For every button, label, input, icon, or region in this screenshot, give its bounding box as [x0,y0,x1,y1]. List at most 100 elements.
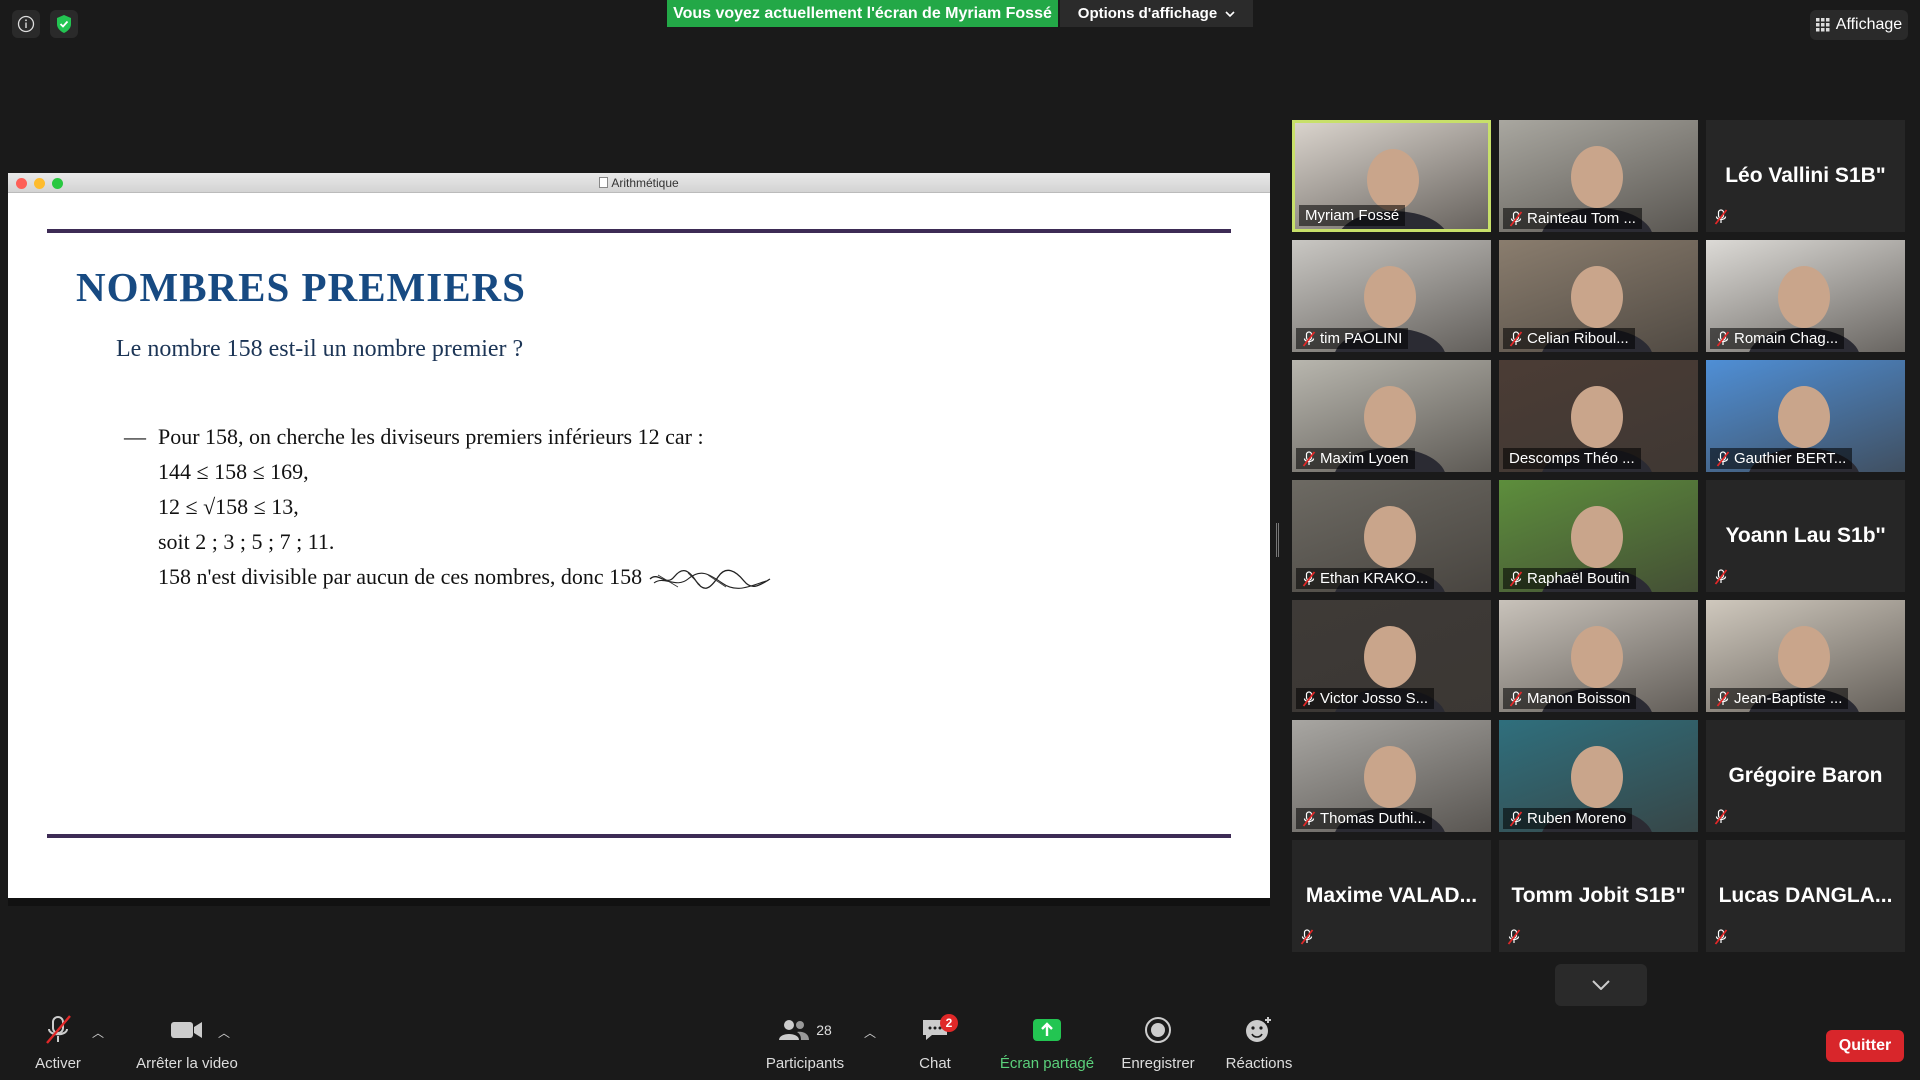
share-screen-icon [1032,1010,1062,1050]
participant-tile[interactable]: Ruben Moreno [1499,720,1698,832]
participant-tile[interactable]: Rainteau Tom ... [1499,120,1698,232]
gallery-view-button[interactable]: Affichage [1810,10,1908,40]
chat-icon: 2 [920,1010,958,1050]
muted-mic-icon [1509,330,1523,347]
slide-line: — Pour 158, on cherche les diviseurs prem… [124,419,772,454]
slide-question: Le nombre 158 est-il un nombre premier ? [116,336,524,362]
participant-tile[interactable]: Yoann Lau S1b'' [1706,480,1905,592]
participant-name: Romain Chag... [1734,329,1839,347]
slide-body: — Pour 158, on cherche les diviseurs prem… [124,419,772,594]
muted-mic-icon [1302,690,1316,707]
muted-mic-icon [1509,210,1523,227]
participant-name: Ethan KRAKO... [1320,569,1429,587]
slide: NOMBRES PREMIERS Le nombre 158 est-il un… [8,193,1270,898]
muted-mic-icon [1716,330,1730,347]
split-resize-handle[interactable] [1276,523,1279,557]
chat-button[interactable]: 2 Chat [905,1010,965,1072]
participant-face [1364,266,1416,328]
chevron-down-icon [1592,980,1610,990]
participant-face [1364,746,1416,808]
stop-video-label: Arrêter la video [136,1055,238,1072]
view-options-button[interactable]: Options d'affichage [1060,0,1253,27]
participant-tile[interactable]: Jean-Baptiste ... [1706,600,1905,712]
participant-face [1571,146,1623,208]
participant-name-label: Manon Boisson [1503,687,1637,709]
shared-window-title: Arithmétique [8,176,1270,190]
participant-name: Jean-Baptiste ... [1734,689,1843,707]
participant-face [1571,506,1623,568]
participant-tile[interactable]: Léo Vallini S1B" [1706,120,1905,232]
reactions-button[interactable]: Réactions [1222,1010,1296,1072]
participant-tile[interactable]: Lucas DANGLA... [1706,840,1905,952]
participant-tile[interactable]: Thomas Duthi... [1292,720,1491,832]
meeting-toolbar: Activer ︿ Arrêter la video ︿ 28 Particip… [0,1010,1920,1080]
participant-name: Victor Josso S... [1320,689,1429,707]
grid-icon [1815,18,1830,32]
participant-tile[interactable]: Descomps Théo ... [1499,360,1698,472]
gallery-next-page-button[interactable] [1555,964,1647,1006]
video-options-caret-icon[interactable]: ︿ [218,1024,230,1041]
bullet-dash: — [124,424,146,449]
participant-tile[interactable]: Gauthier BERT... [1706,360,1905,472]
participants-options-caret-icon[interactable]: ︿ [864,1024,876,1041]
participant-name-label: Ethan KRAKO... [1296,567,1435,589]
participant-name-label: Gauthier BERT... [1710,447,1853,469]
muted-mic-icon [1714,208,1728,226]
participant-face [1778,386,1830,448]
participant-name-label: Jean-Baptiste ... [1710,687,1849,709]
share-screen-button[interactable]: Écran partagé [990,1010,1104,1072]
top-bar: Vous voyez actuellement l'écran de Myria… [0,0,1920,40]
participant-name-label: Romain Chag... [1710,327,1845,349]
shared-window-title-text: Arithmétique [611,176,679,190]
shared-window-bottom-edge [8,898,1270,906]
participant-name: Gauthier BERT... [1734,449,1847,467]
participant-tile[interactable]: tim PAOLINI [1292,240,1491,352]
participant-tile[interactable]: Myriam Fossé [1292,120,1491,232]
participant-tile[interactable]: Maxim Lyoen [1292,360,1491,472]
unmute-button[interactable]: Activer [28,1010,88,1072]
participant-name: Léo Vallini S1B" [1725,164,1886,187]
participant-tile[interactable]: Celian Riboul... [1499,240,1698,352]
muted-mic-icon [1300,928,1314,946]
participant-name-label: Myriam Fossé [1299,205,1406,226]
slide-top-rule [47,229,1231,233]
participant-name: Myriam Fossé [1305,207,1400,224]
participants-button[interactable]: 28 Participants [760,1010,850,1072]
participant-name: Tomm Jobit S1B" [1511,884,1686,907]
participant-tile[interactable]: Raphaël Boutin [1499,480,1698,592]
record-label: Enregistrer [1121,1055,1195,1072]
shield-icon[interactable] [50,10,78,38]
participant-tile[interactable]: Romain Chag... [1706,240,1905,352]
muted-mic-icon [1302,450,1316,467]
muted-mic-icon [1507,928,1521,946]
participant-tile[interactable]: Tomm Jobit S1B" [1499,840,1698,952]
participant-tile[interactable]: Grégoire Baron [1706,720,1905,832]
share-screen-label: Écran partagé [999,1055,1095,1072]
participant-name-label: Thomas Duthi... [1296,807,1432,829]
reactions-label: Réactions [1225,1055,1293,1072]
participant-tile[interactable]: Victor Josso S... [1292,600,1491,712]
participant-tile[interactable]: Ethan KRAKO... [1292,480,1491,592]
muted-mic-icon [1716,450,1730,467]
participant-tile[interactable]: Manon Boisson [1499,600,1698,712]
chevron-down-icon [1225,10,1235,17]
info-icon[interactable] [12,10,40,38]
slide-line: soit 2 ; 3 ; 5 ; 7 ; 11. [158,529,335,554]
leave-meeting-button[interactable]: Quitter [1826,1030,1904,1062]
stop-video-button[interactable]: Arrêter la video [122,1010,252,1072]
participant-name: Thomas Duthi... [1320,809,1426,827]
participants-count: 28 [816,1022,832,1038]
muted-mic-icon [1302,570,1316,587]
participant-face [1364,386,1416,448]
participant-face [1571,626,1623,688]
participant-name: Descomps Théo ... [1509,450,1635,467]
audio-options-caret-icon[interactable]: ︿ [92,1024,104,1041]
participant-name: Maxim Lyoen [1320,449,1409,467]
participant-name: Grégoire Baron [1728,764,1883,787]
slide-line: 144 ≤ 158 ≤ 169, [158,459,309,484]
participant-name: Yoann Lau S1b'' [1725,524,1886,547]
record-button[interactable]: Enregistrer [1118,1010,1198,1072]
participant-tile[interactable]: Maxime VALAD... [1292,840,1491,952]
slide-bottom-rule [47,834,1231,838]
document-icon [599,177,609,188]
